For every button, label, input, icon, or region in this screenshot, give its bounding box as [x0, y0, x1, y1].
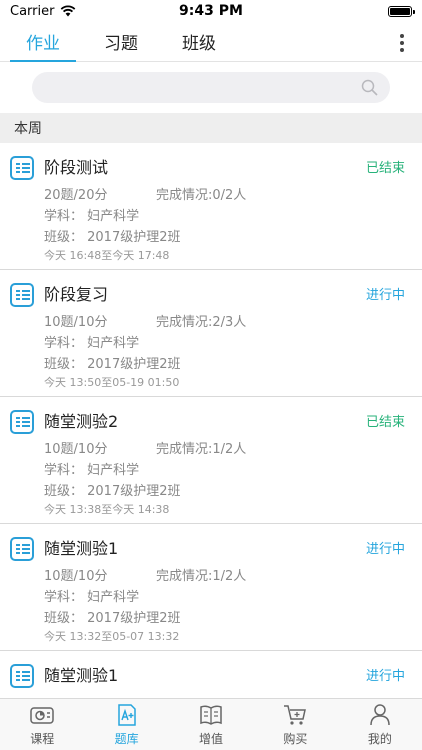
- item-time: 今天 13:50至05-19 01:50: [44, 376, 180, 389]
- item-subject: 学科： 妇产科学: [44, 463, 140, 478]
- item-questions: 20题/20分: [44, 188, 108, 203]
- status-time: 9:43 PM: [179, 3, 243, 19]
- homework-list: 阶段测试 已结束 20题/20分 完成情况:0/2人 学科： 妇产科学 班级： …: [0, 143, 422, 750]
- item-subject: 学科： 妇产科学: [44, 590, 140, 605]
- assignment-icon: [10, 156, 34, 180]
- assignment-icon: [10, 664, 34, 688]
- list-item[interactable]: 阶段测试 已结束 20题/20分 完成情况:0/2人 学科： 妇产科学 班级： …: [0, 143, 422, 270]
- item-questions: 10题/10分: [44, 315, 108, 330]
- item-title: 阶段复习: [44, 285, 109, 304]
- item-class: 班级： 2017级护理2班: [44, 611, 181, 626]
- assignment-icon: [10, 410, 34, 434]
- tab-classes[interactable]: 班级: [166, 22, 232, 61]
- list-item[interactable]: 阶段复习 进行中 10题/10分 完成情况:2/3人 学科： 妇产科学 班级： …: [0, 270, 422, 397]
- status-badge: 进行中: [365, 669, 405, 684]
- status-badge: 进行中: [365, 542, 405, 557]
- status-badge: 进行中: [365, 288, 405, 303]
- tabbar-item-course[interactable]: 课程: [0, 699, 84, 750]
- search-input[interactable]: [32, 72, 390, 103]
- item-time: 今天 16:48至今天 17:48: [44, 249, 170, 262]
- user-icon: [370, 704, 390, 726]
- tabbar-item-purchase[interactable]: 购买: [253, 699, 337, 750]
- tabbar-label: 购买: [283, 732, 308, 746]
- item-time: 今天 13:32至05-07 13:32: [44, 630, 180, 643]
- course-icon: [30, 707, 54, 724]
- tabbar-item-mine[interactable]: 我的: [338, 699, 422, 750]
- item-title: 随堂测验1: [44, 666, 119, 685]
- item-title: 阶段测试: [44, 158, 109, 177]
- tabbar-item-question-bank[interactable]: 题库: [84, 699, 168, 750]
- status-badge: 已结束: [365, 415, 405, 430]
- status-left: Carrier: [10, 4, 76, 19]
- item-class: 班级： 2017级护理2班: [44, 357, 181, 372]
- item-completion: 完成情况:1/2人: [156, 442, 247, 457]
- item-title: 随堂测验2: [44, 412, 119, 431]
- list-item[interactable]: 随堂测验2 已结束 10题/10分 完成情况:1/2人 学科： 妇产科学 班级：…: [0, 397, 422, 524]
- assignment-icon: [10, 283, 34, 307]
- cart-icon: [284, 705, 307, 725]
- search-bar: [0, 62, 422, 113]
- item-completion: 完成情况:2/3人: [156, 315, 247, 330]
- status-badge: 已结束: [365, 161, 405, 176]
- item-class: 班级： 2017级护理2班: [44, 230, 181, 245]
- carrier-label: Carrier: [10, 3, 55, 19]
- item-questions: 10题/10分: [44, 442, 108, 457]
- wifi-icon: [61, 5, 76, 17]
- section-header-this-week: 本周: [0, 113, 422, 143]
- bottom-tab-bar: 课程 题库 增值 购买 我的: [0, 698, 422, 750]
- item-time: 今天 13:38至今天 14:38: [44, 503, 170, 516]
- tab-homework[interactable]: 作业: [10, 22, 76, 62]
- more-menu-icon[interactable]: [400, 34, 404, 52]
- item-completion: 完成情况:0/2人: [156, 188, 247, 203]
- search-icon[interactable]: [361, 79, 378, 96]
- item-title: 随堂测验1: [44, 539, 119, 558]
- item-subject: 学科： 妇产科学: [44, 209, 140, 224]
- item-subject: 学科： 妇产科学: [44, 336, 140, 351]
- item-class: 班级： 2017级护理2班: [44, 484, 181, 499]
- question-bank-icon: [117, 704, 136, 726]
- item-questions: 10题/10分: [44, 569, 108, 584]
- book-icon: [200, 705, 222, 725]
- tabbar-label: 增值: [199, 732, 224, 746]
- battery-icon: [388, 5, 415, 17]
- tabbar-label: 我的: [367, 732, 392, 746]
- list-item[interactable]: 随堂测验1 进行中 10题/10分 完成情况:1/2人 学科： 妇产科学 班级：…: [0, 524, 422, 651]
- tabbar-label: 题库: [114, 732, 139, 746]
- tab-exercises[interactable]: 习题: [88, 22, 154, 61]
- tabbar-label: 课程: [30, 732, 55, 746]
- assignment-icon: [10, 537, 34, 561]
- tabbar-item-value-added[interactable]: 增值: [169, 699, 253, 750]
- status-bar: Carrier 9:43 PM: [0, 0, 422, 22]
- top-tabs: 作业 习题 班级: [0, 22, 422, 62]
- item-completion: 完成情况:1/2人: [156, 569, 247, 584]
